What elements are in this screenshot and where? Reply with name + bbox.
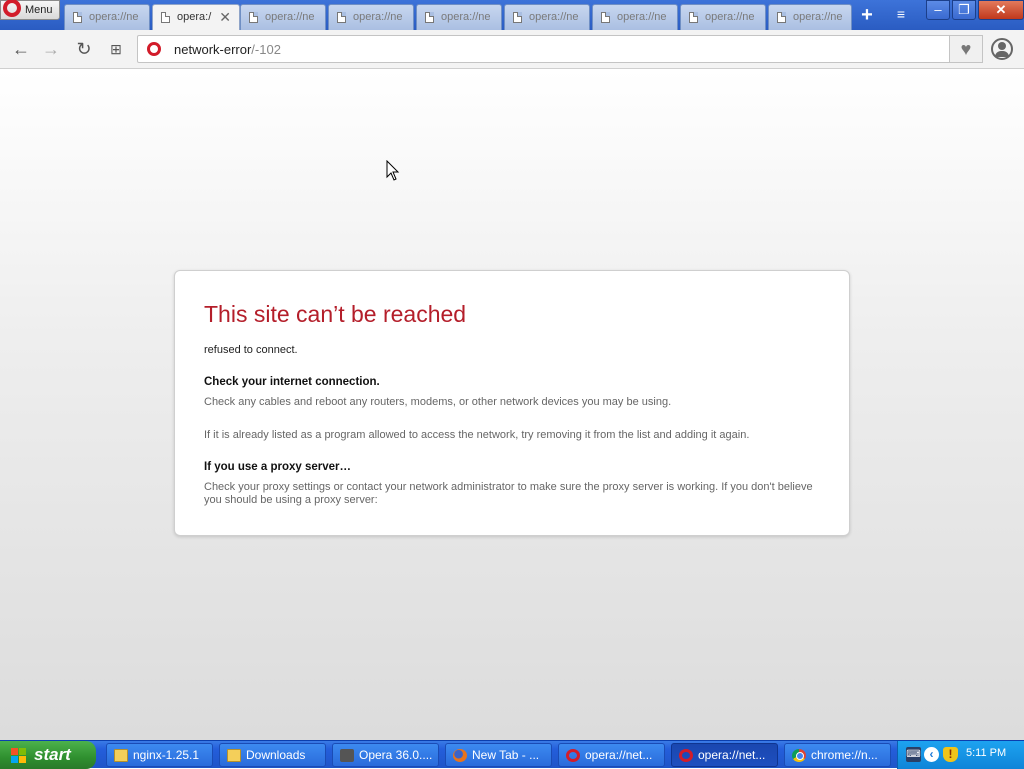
document-icon <box>425 12 434 23</box>
browser-toolbar: ← → ↻ ⊞ network-error/-102 ♥ <box>0 30 1024 69</box>
folder-icon <box>114 749 128 762</box>
taskbar-item-label: opera://net... <box>698 748 766 762</box>
tab-label: opera://ne <box>793 11 843 23</box>
taskbar-item-active[interactable]: opera://net... <box>671 743 778 767</box>
show-hidden-icons-icon[interactable]: ‹ <box>924 747 939 762</box>
taskbar-item[interactable]: Downloads <box>219 743 326 767</box>
error-subtitle: refused to connect. <box>204 344 298 356</box>
document-icon <box>249 12 258 23</box>
url-path: /-102 <box>251 42 281 57</box>
back-arrow-icon[interactable]: ← <box>9 38 33 62</box>
windows-flag-icon <box>11 748 27 763</box>
taskbar-item-label: opera://net... <box>585 748 653 762</box>
taskbar-item-label: New Tab - ... <box>472 748 540 762</box>
firewall-text: If it is already listed as a program all… <box>204 429 750 441</box>
url-host: network-error <box>174 42 252 57</box>
taskbar-item-label: chrome://n... <box>811 748 878 762</box>
opera-setup-icon <box>340 749 354 762</box>
start-label: start <box>34 745 71 764</box>
document-icon <box>689 12 698 23</box>
tab-close-icon[interactable]: ✕ <box>219 9 231 26</box>
forward-arrow-icon[interactable]: → <box>39 38 63 62</box>
tab[interactable]: opera://ne <box>504 4 590 30</box>
document-icon <box>601 12 610 23</box>
system-tray: ⌨ ‹ ! 5:11 PM <box>897 741 1024 769</box>
document-icon <box>161 12 170 23</box>
reload-icon[interactable]: ↻ <box>72 38 96 62</box>
page-content: This site can’t be reached refused to co… <box>0 70 1024 740</box>
firefox-icon <box>453 749 467 762</box>
chrome-icon <box>792 749 806 762</box>
tab-label: opera://ne <box>617 11 667 23</box>
taskbar-item[interactable]: Opera 36.0.... <box>332 743 439 767</box>
tab-label: opera:/ <box>177 11 212 23</box>
tab-menu-icon[interactable]: ≡ <box>890 6 912 26</box>
security-shield-icon[interactable]: ! <box>943 747 958 762</box>
taskbar-item[interactable]: nginx-1.25.1 <box>106 743 213 767</box>
taskbar-item[interactable]: chrome://n... <box>784 743 891 767</box>
opera-icon <box>566 749 580 762</box>
opera-page-icon <box>147 42 161 56</box>
new-tab-button[interactable]: + <box>856 5 878 27</box>
tab-label: opera://ne <box>441 11 491 23</box>
opera-icon <box>679 749 693 762</box>
tab[interactable]: opera://ne <box>240 4 326 30</box>
opera-menu-button[interactable]: Menu <box>0 0 60 20</box>
taskbar-item[interactable]: opera://net... <box>558 743 665 767</box>
error-title: This site can’t be reached <box>204 301 467 327</box>
tab-label: opera://ne <box>705 11 755 23</box>
tab-label: opera://ne <box>265 11 315 23</box>
check-connection-text: Check any cables and reboot any routers,… <box>204 396 672 408</box>
start-button[interactable]: start <box>0 741 96 769</box>
tab-active[interactable]: opera:/ ✕ <box>152 4 240 31</box>
speed-dial-grid-icon[interactable]: ⊞ <box>104 38 128 62</box>
browser-titlebar: Menu opera://ne opera:/ ✕ opera://ne ope… <box>0 0 1024 31</box>
proxy-text: Check your proxy settings or contact you… <box>204 481 813 506</box>
tab-label: opera://ne <box>89 11 139 23</box>
mouse-cursor-icon <box>386 160 400 181</box>
taskbar-item-label: nginx-1.25.1 <box>133 748 200 762</box>
menu-label: Menu <box>25 4 53 16</box>
taskbar-item-label: Opera 36.0.... <box>359 748 433 762</box>
error-card: This site can’t be reached refused to co… <box>174 270 850 536</box>
minimize-button[interactable]: – <box>926 0 950 20</box>
document-icon <box>777 12 786 23</box>
tab-label: opera://ne <box>529 11 579 23</box>
taskbar-item[interactable]: New Tab - ... <box>445 743 552 767</box>
document-icon <box>337 12 346 23</box>
tab[interactable]: opera://ne <box>328 4 414 30</box>
check-connection-heading: Check your internet connection. <box>204 376 380 388</box>
url-text[interactable]: network-error/-102 <box>174 42 281 57</box>
bookmark-heart-icon[interactable]: ♥ <box>950 35 983 63</box>
clock[interactable]: 5:11 PM <box>966 747 1006 759</box>
folder-icon <box>227 749 241 762</box>
windows-taskbar: start nginx-1.25.1 Downloads Opera 36.0.… <box>0 740 1024 769</box>
close-window-button[interactable]: ✕ <box>978 0 1024 20</box>
tab[interactable]: opera://ne <box>416 4 502 30</box>
taskbar-item-label: Downloads <box>246 748 306 762</box>
tab[interactable]: opera://ne <box>680 4 766 30</box>
maximize-button[interactable]: ❐ <box>952 0 976 20</box>
address-bar[interactable]: network-error/-102 <box>137 35 950 63</box>
document-icon <box>73 12 82 23</box>
tab[interactable]: opera://ne <box>64 4 150 30</box>
tab[interactable]: opera://ne <box>768 4 852 30</box>
document-icon <box>513 12 522 23</box>
tab-label: opera://ne <box>353 11 403 23</box>
opera-logo-icon <box>3 0 21 17</box>
tab[interactable]: opera://ne <box>592 4 678 30</box>
profile-icon[interactable] <box>991 38 1013 60</box>
proxy-heading: If you use a proxy server… <box>204 461 352 473</box>
keyboard-icon[interactable]: ⌨ <box>906 747 921 762</box>
